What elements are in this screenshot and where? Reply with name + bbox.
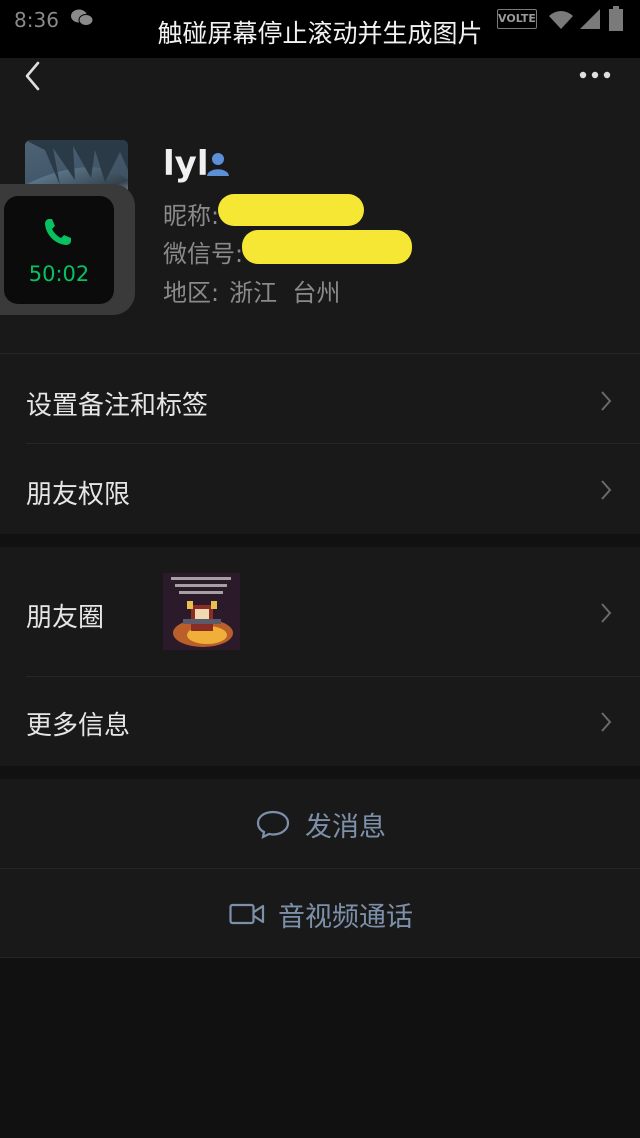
floating-call-window[interactable]: 50:02 bbox=[0, 184, 135, 315]
chevron-right-icon bbox=[601, 603, 612, 623]
region-line: 地区: 浙江 台州 bbox=[163, 273, 340, 308]
more-info-row[interactable]: 更多信息 bbox=[0, 677, 640, 766]
moments-row[interactable]: 朋友圈 bbox=[0, 547, 640, 676]
region-value: 浙江 台州 bbox=[229, 279, 341, 307]
divider bbox=[0, 957, 640, 958]
more-info-label: 更多信息 bbox=[26, 711, 131, 741]
moments-thumbnail-image bbox=[163, 573, 240, 650]
friend-permissions-row[interactable]: 朋友权限 bbox=[0, 444, 640, 534]
more-dots-icon[interactable] bbox=[578, 70, 612, 80]
wechat-id-label: 微信号: bbox=[163, 240, 244, 268]
chevron-right-icon bbox=[601, 391, 612, 411]
nickname-line: 昵称: bbox=[163, 196, 219, 231]
nickname-redaction bbox=[218, 194, 364, 226]
chevron-right-icon bbox=[601, 712, 612, 732]
chevron-right-icon bbox=[601, 480, 612, 500]
signal-icon bbox=[580, 9, 600, 29]
back-chevron-icon[interactable] bbox=[18, 58, 48, 94]
remark-tags-row[interactable]: 设置备注和标签 bbox=[0, 353, 640, 443]
volte-badge: VOLTE bbox=[497, 9, 537, 29]
screenshot-banner[interactable]: 触碰屏幕停止滚动并生成图片 bbox=[0, 14, 640, 50]
call-duration: 50:02 bbox=[28, 262, 90, 286]
wifi-icon bbox=[549, 11, 573, 29]
battery-icon bbox=[609, 6, 623, 31]
nickname-label: 昵称: bbox=[163, 202, 220, 230]
friend-permissions-label: 朋友权限 bbox=[26, 480, 131, 510]
contact-person-icon bbox=[207, 153, 229, 176]
video-camera-icon bbox=[229, 903, 265, 925]
send-message-label: 发消息 bbox=[305, 812, 386, 843]
wechat-id-line: 微信号: bbox=[163, 234, 243, 269]
contact-name: lyl bbox=[163, 144, 209, 184]
send-message-button[interactable]: 发消息 bbox=[0, 779, 640, 868]
moments-group: 朋友圈 更多信息 bbox=[0, 547, 640, 766]
moments-thumbnail bbox=[163, 573, 240, 650]
settings-group: 设置备注和标签 朋友权限 bbox=[0, 353, 640, 534]
actions-group: 发消息 音视频通话 bbox=[0, 779, 640, 958]
chat-bubble-icon bbox=[256, 810, 290, 839]
remark-tags-label: 设置备注和标签 bbox=[26, 391, 209, 421]
region-label: 地区: bbox=[163, 279, 220, 307]
floating-call-inner: 50:02 bbox=[4, 196, 114, 304]
av-call-button[interactable]: 音视频通话 bbox=[0, 869, 640, 958]
status-bar: 8:36 触碰屏幕停止滚动并生成图片 VOLTE bbox=[0, 0, 640, 58]
av-call-label: 音视频通话 bbox=[278, 902, 413, 933]
phone-icon bbox=[45, 219, 71, 245]
moments-label: 朋友圈 bbox=[26, 603, 105, 633]
wechat-id-redaction bbox=[242, 230, 412, 264]
